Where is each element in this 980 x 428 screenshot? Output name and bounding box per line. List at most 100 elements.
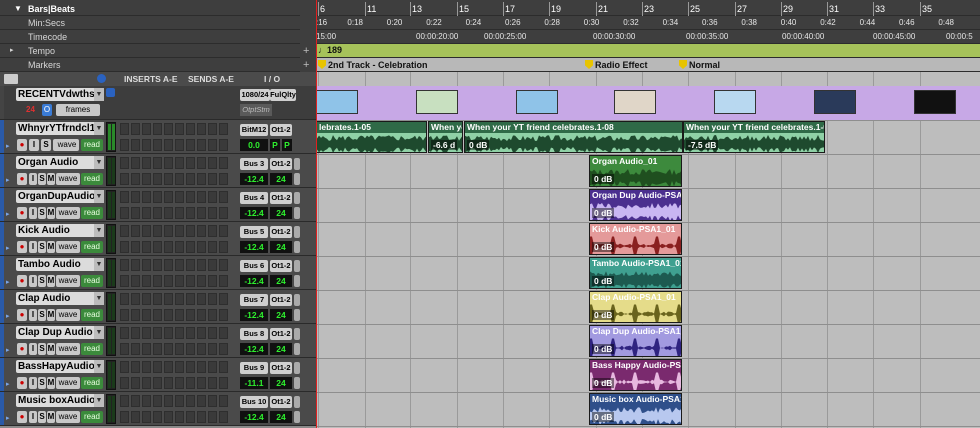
insert-send-slots[interactable] — [120, 259, 232, 287]
chevron-down-icon[interactable]: ▼ — [94, 394, 104, 407]
mute-button[interactable]: M — [47, 411, 55, 423]
video-thumbnail[interactable] — [914, 90, 956, 114]
pan-value[interactable]: 24 — [270, 411, 292, 423]
record-button[interactable]: ● — [17, 309, 27, 321]
video-thumbnail[interactable] — [814, 90, 856, 114]
tempo-ruler-label[interactable]: ▸ Tempo — [0, 44, 300, 58]
clip-gain[interactable]: 0 dB — [592, 378, 615, 388]
audio-clip[interactable]: Organ Dup Audio-PSA1 0 dB — [589, 189, 682, 221]
expand-triangle-icon[interactable]: ▸ — [6, 380, 10, 388]
input-selector[interactable]: Bus 8 — [240, 328, 268, 340]
input-selector[interactable]: Bus 10 — [240, 396, 268, 408]
view-selector[interactable]: wave — [56, 173, 80, 185]
clock-icon[interactable] — [97, 74, 106, 83]
view-selector[interactable]: wave — [56, 309, 80, 321]
insert-send-slots[interactable] — [120, 361, 232, 389]
record-button[interactable]: ● — [17, 241, 27, 253]
record-button[interactable]: ● — [17, 343, 27, 355]
tempo-lane[interactable]: ♩189 — [316, 44, 980, 58]
video-thumbnail[interactable] — [316, 90, 358, 114]
chevron-down-icon[interactable]: ▼ — [94, 292, 104, 305]
bars-ruler[interactable]: 6 11 13 15 17 19 21 23 25 27 29 31 33 35 — [316, 2, 980, 16]
record-button[interactable]: ● — [17, 173, 27, 185]
audio-clip[interactable]: Clap Dup Audio-PSA1_ 0 dB — [589, 325, 682, 357]
audio-clip[interactable]: Music box Audio-PSA1 0 dB — [589, 393, 682, 425]
mute-button[interactable]: M — [47, 343, 55, 355]
pan-value[interactable]: 24 — [270, 241, 292, 253]
output-arrow-icon[interactable] — [294, 158, 300, 170]
audio-clip[interactable]: Clap Audio-PSA1_01 0 dB — [589, 291, 682, 323]
automation-mode[interactable]: read — [81, 343, 103, 355]
insert-send-slots[interactable] — [120, 191, 232, 219]
expand-triangle-icon[interactable]: ▸ — [6, 176, 10, 184]
chevron-down-icon[interactable]: ▼ — [94, 122, 104, 135]
tempo-value[interactable]: ♩189 — [318, 45, 342, 55]
audio-track-header[interactable]: ▸ Tambo Audio ▼ ● I S Mwave read Bus 6 Ot1-2 -12.4… — [0, 256, 316, 290]
volume-value[interactable]: -12.4 — [240, 275, 268, 287]
add-marker-icon[interactable]: + — [303, 59, 315, 73]
record-button[interactable]: ● — [17, 411, 27, 423]
track-name[interactable]: Kick Audio — [16, 224, 104, 237]
audio-track-header[interactable]: ▸ Organ Audio ▼ ● I S Mwave read Bus 3 Ot1-2 -12.4… — [0, 154, 316, 188]
input-monitor-button[interactable]: I — [29, 139, 39, 151]
solo-button[interactable]: S — [38, 207, 46, 219]
track-name[interactable]: BassHapyAudio — [16, 360, 104, 373]
pan-arrow-icon[interactable] — [294, 275, 300, 287]
automation-mode[interactable]: read — [81, 377, 103, 389]
marker-2nd-track[interactable]: 2nd Track - Celebration — [318, 59, 428, 71]
volume-value[interactable]: -11.1 — [240, 377, 268, 389]
volume-value[interactable]: 0.0 — [240, 139, 268, 151]
expand-triangle-icon[interactable]: ▸ — [6, 244, 10, 252]
output-selector[interactable]: Ot1-2 — [270, 396, 292, 408]
record-button[interactable]: ● — [17, 377, 27, 389]
output-selector[interactable]: Ot1-2 — [270, 124, 292, 136]
input-selector[interactable]: Bus 4 — [240, 192, 268, 204]
add-tempo-icon[interactable]: + — [303, 45, 315, 59]
chevron-down-icon[interactable]: ▼ — [94, 360, 104, 373]
input-selector[interactable]: Bus 6 — [240, 260, 268, 272]
pan-value[interactable]: 24 — [270, 343, 292, 355]
record-button[interactable]: ● — [17, 275, 27, 287]
minsecs-ruler[interactable]: :16 0:18 0:20 0:22 0:24 0:26 0:28 0:30 0:32 0:34 0… — [316, 16, 980, 30]
clip-gain[interactable]: 0 dB — [592, 242, 615, 252]
collapse-triangle-icon[interactable]: ▼ — [14, 2, 22, 16]
markers-ruler-label[interactable]: Markers — [0, 58, 300, 72]
video-online-icon[interactable] — [106, 88, 115, 97]
clip-gain[interactable]: 0 dB — [467, 140, 490, 150]
pan-right[interactable]: P — [282, 139, 292, 151]
video-track-header[interactable]: RECENTVdwths ▼ 24 O frames 1080/24 FulQl… — [0, 86, 316, 120]
output-selector[interactable]: Ot1-2 — [270, 362, 292, 374]
input-monitor-button[interactable]: I — [29, 377, 37, 389]
automation-mode[interactable]: read — [81, 411, 103, 423]
volume-value[interactable]: -12.4 — [240, 343, 268, 355]
dialog-clip[interactable]: When yo -6.6 d — [428, 121, 463, 153]
chevron-down-icon[interactable]: ▼ — [94, 224, 104, 237]
chevron-down-icon[interactable]: ▼ — [94, 156, 104, 169]
video-link-icon[interactable]: O — [42, 104, 52, 116]
output-arrow-icon[interactable] — [294, 260, 300, 272]
clip-gain[interactable]: 0 dB — [592, 174, 615, 184]
insert-send-slots[interactable] — [120, 157, 232, 185]
audio-track-header[interactable]: ▸ OrganDupAudio ▼ ● I S Mwave read Bus 4 Ot1-2 -12… — [0, 188, 316, 222]
automation-mode[interactable]: read — [81, 241, 103, 253]
audio-clip[interactable]: Bass Happy Audio-PSA 0 dB — [589, 359, 682, 391]
video-thumbnail[interactable] — [614, 90, 656, 114]
track-list-icon[interactable] — [4, 74, 18, 84]
video-thumbnail[interactable] — [714, 90, 756, 114]
view-selector[interactable]: wave — [56, 241, 80, 253]
chevron-down-icon[interactable]: ▼ — [94, 326, 104, 339]
pan-arrow-icon[interactable] — [294, 173, 300, 185]
video-thumbnail[interactable] — [416, 90, 458, 114]
pan-left[interactable]: P — [270, 139, 280, 151]
volume-value[interactable]: -12.4 — [240, 241, 268, 253]
mute-button[interactable]: M — [47, 241, 55, 253]
insert-send-slots[interactable] — [120, 293, 232, 321]
output-selector[interactable]: Ot1-2 — [270, 328, 292, 340]
audio-track-header[interactable]: ▸ Clap Audio ▼ ● I S Mwave read Bus 7 Ot1-2 -12.4 2… — [0, 290, 316, 324]
chevron-down-icon[interactable]: ▼ — [94, 258, 104, 271]
solo-button[interactable]: S — [38, 309, 46, 321]
view-selector[interactable]: wave — [56, 207, 80, 219]
output-arrow-icon[interactable] — [294, 328, 300, 340]
insert-send-slots[interactable] — [120, 225, 232, 253]
marker-normal[interactable]: Normal — [679, 59, 720, 71]
